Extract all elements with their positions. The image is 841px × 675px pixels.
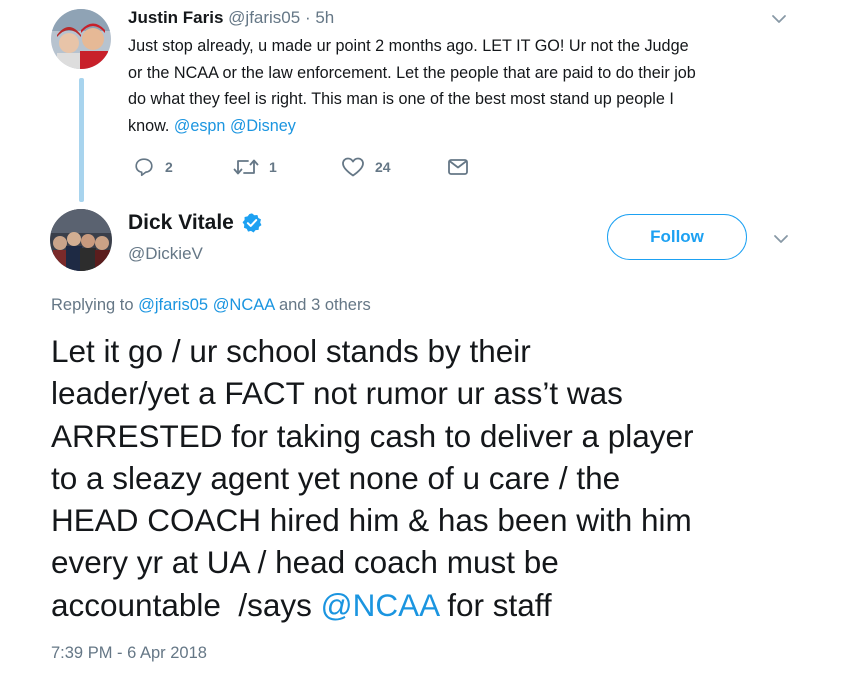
replying-others-link[interactable]: and 3 others — [274, 296, 371, 314]
author-name[interactable]: Dick Vitale — [128, 210, 263, 236]
direct-message-button[interactable] — [447, 155, 469, 179]
tweet-text-line: to a sleazy agent yet none of u care / t… — [51, 459, 621, 496]
tweet-text-line-tail: for staff — [438, 586, 552, 623]
tweet-text-line: accountable /says @NCAA for staff — [51, 584, 831, 626]
author-name[interactable]: Justin Faris — [128, 8, 223, 27]
verified-badge-icon — [242, 213, 262, 233]
author-name-text[interactable]: Dick Vitale — [128, 210, 234, 236]
retweet-count: 1 — [269, 159, 277, 175]
tweet-text-line: ARRESTED for taking cash to deliver a pl… — [51, 417, 694, 454]
tweet-text-line: HEAD COACH hired him & has been with him — [51, 502, 692, 539]
like-button[interactable]: 24 — [341, 155, 391, 179]
reply-text-line: Just stop already, u made ur point 2 mon… — [128, 37, 689, 55]
reply-header: Justin Faris @jfaris05 · 5h — [128, 7, 334, 29]
reply-text-line: do what they feel is right. This man is … — [128, 90, 674, 108]
reply-text-line: know. @espn @Disney — [128, 113, 808, 140]
tweet-text-line: every yr at UA / head coach must be — [51, 544, 559, 581]
reply-count: 2 — [165, 159, 173, 175]
avatar[interactable] — [51, 9, 111, 69]
reply-icon — [135, 158, 153, 177]
mention-link[interactable]: @Disney — [230, 117, 296, 135]
chevron-down-icon[interactable] — [770, 10, 788, 28]
follow-button[interactable]: Follow — [607, 214, 747, 260]
mention-link[interactable]: @espn — [174, 117, 226, 135]
reply-button[interactable]: 2 — [133, 155, 173, 179]
heart-icon — [342, 157, 364, 177]
tweet-text-line: Let it go / ur school stands by their — [51, 333, 531, 369]
tweet-time[interactable]: · 5h — [305, 8, 334, 27]
author-handle[interactable]: @jfaris05 — [228, 8, 300, 27]
mention-link[interactable]: @NCAA — [321, 587, 439, 623]
reply-text-line: or the NCAA or the law enforcement. Let … — [128, 63, 696, 82]
main-tweet-text: Let it go / ur school stands by their le… — [51, 330, 831, 626]
author-handle[interactable]: @DickieV — [128, 244, 203, 264]
mention-link[interactable]: @jfaris05 — [138, 296, 208, 314]
reply-tweet[interactable]: Justin Faris @jfaris05 · 5h Just stop al… — [0, 0, 841, 200]
reply-text: Just stop already, u made ur point 2 mon… — [128, 33, 808, 139]
chevron-down-icon[interactable] — [772, 230, 790, 248]
reply-text-line-tail: know. — [128, 116, 174, 135]
like-count: 24 — [375, 159, 391, 175]
retweet-button[interactable]: 1 — [233, 155, 277, 179]
avatar[interactable] — [50, 209, 112, 271]
tweet-text-line-head: accountable /says — [51, 586, 321, 623]
replying-prefix: Replying to — [51, 296, 139, 314]
tweet-text-line: leader/yet a FACT not rumor ur ass’t was — [51, 375, 623, 412]
envelope-icon — [448, 159, 468, 175]
main-tweet: Dick Vitale @DickieV Follow Replying to … — [0, 200, 841, 675]
retweet-icon — [233, 159, 259, 175]
replying-to: Replying to @jfaris05 @NCAA and 3 others — [51, 296, 371, 315]
tweet-timestamp[interactable]: 7:39 PM - 6 Apr 2018 — [51, 644, 207, 663]
mention-link[interactable]: @NCAA — [213, 296, 275, 314]
